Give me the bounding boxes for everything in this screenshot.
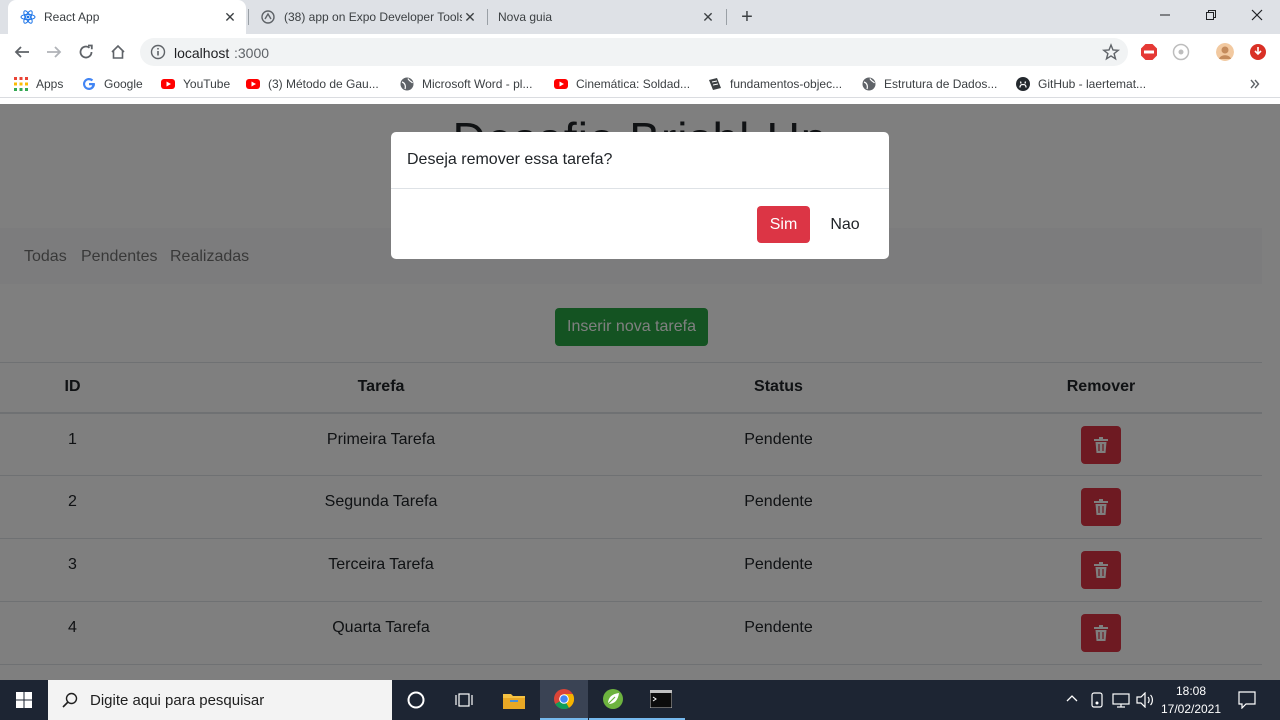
reload-button[interactable] <box>72 38 100 66</box>
bookmark-label: Microsoft Word - pl... <box>422 77 533 91</box>
youtube-icon <box>554 79 568 89</box>
bookmark-microsoft-word[interactable]: Microsoft Word - pl... <box>400 75 532 93</box>
confirm-remove-dialog: Deseja remover essa tarefa? Sim Nao <box>391 132 889 259</box>
tab-divider <box>248 9 249 25</box>
minimize-window-button[interactable] <box>1142 0 1188 30</box>
youtube-icon <box>161 79 175 89</box>
close-icon <box>1251 9 1263 21</box>
cancel-nao-button[interactable]: Nao <box>819 206 871 243</box>
forward-button[interactable] <box>40 38 68 66</box>
bookmark-label: YouTube <box>183 77 231 91</box>
url-port: :3000 <box>234 45 270 61</box>
bookmark-label: fundamentos-objec... <box>730 77 843 91</box>
bookmark-label: Google <box>104 77 143 91</box>
back-button[interactable] <box>8 38 36 66</box>
task-view-button[interactable] <box>440 680 488 720</box>
google-icon <box>83 77 95 90</box>
restore-icon <box>1206 10 1216 20</box>
spring-tool-taskbar-button[interactable] <box>589 680 637 720</box>
profile-avatar-icon[interactable] <box>1216 43 1234 61</box>
bookmark-label: (3) Método de Gau... <box>268 77 379 91</box>
device-icon[interactable] <box>1090 692 1104 708</box>
folder-icon <box>503 694 525 709</box>
notifications-icon[interactable] <box>1238 691 1256 709</box>
bookmarks-bar: Apps Google YouTube (3) Método de Gau...… <box>0 70 1280 98</box>
terminal-taskbar-button[interactable] <box>637 680 685 720</box>
restore-window-button[interactable] <box>1188 0 1234 30</box>
bookmark-estrutura-dados[interactable]: Estrutura de Dados... <box>862 75 997 93</box>
tab-expo-devtools[interactable]: (38) app on Expo Developer Tools ✕ <box>250 0 486 34</box>
bookmark-fundamentos[interactable]: fundamentos-objec... <box>708 75 842 93</box>
info-icon[interactable] <box>150 44 166 60</box>
bookmark-apps[interactable]: Apps <box>14 75 63 93</box>
apps-grid-icon <box>14 77 28 91</box>
adblock-extension-icon[interactable] <box>1140 43 1158 61</box>
url-host: localhost <box>174 45 230 61</box>
bookmark-label: GitHub - laertemat... <box>1038 77 1147 91</box>
cortana-button[interactable] <box>392 680 440 720</box>
bookmark-metodo-gauss[interactable]: (3) Método de Gau... <box>246 75 379 93</box>
bookmark-google[interactable]: Google <box>82 75 143 93</box>
tab-title: React App <box>44 10 100 24</box>
close-tab-icon[interactable]: ✕ <box>700 9 716 25</box>
close-window-button[interactable] <box>1234 0 1280 30</box>
close-tab-icon[interactable]: ✕ <box>222 9 238 25</box>
arrow-right-icon <box>47 46 62 58</box>
dialog-message: Deseja remover essa tarefa? <box>391 132 889 189</box>
reload-icon <box>79 44 93 59</box>
chevron-double-right-icon <box>1250 79 1260 89</box>
bookmark-label: Cinemática: Soldad... <box>576 77 691 91</box>
react-icon <box>20 10 36 24</box>
home-button[interactable] <box>104 38 132 66</box>
confirm-sim-button[interactable]: Sim <box>757 206 810 243</box>
show-hidden-icons-chevron-icon[interactable] <box>1066 693 1078 705</box>
more-bookmarks-button[interactable] <box>1250 75 1260 93</box>
tab-react-app[interactable]: React App ✕ <box>8 0 246 34</box>
bookmark-label: Apps <box>36 77 64 91</box>
search-icon <box>62 692 78 708</box>
bookmark-youtube[interactable]: YouTube <box>161 75 230 93</box>
github-icon <box>1016 77 1030 91</box>
globe-icon <box>862 77 876 91</box>
search-placeholder: Digite aqui para pesquisar <box>90 691 265 709</box>
windows-taskbar: Digite aqui para pesquisar 18:08 17/02/2… <box>0 680 1280 720</box>
browser-tab-strip: React App ✕ (38) app on Expo Developer T… <box>0 0 1280 34</box>
chrome-icon <box>554 689 575 710</box>
taskbar-search[interactable]: Digite aqui para pesquisar <box>48 680 392 720</box>
tab-nova-guia[interactable]: Nova guia ✕ <box>488 0 724 34</box>
windows-logo-icon <box>16 692 32 708</box>
address-bar[interactable]: localhost :3000 <box>140 38 1128 66</box>
tab-title: Nova guia <box>498 10 553 24</box>
chrome-taskbar-button[interactable] <box>540 680 588 720</box>
bookmark-cinematica[interactable]: Cinemática: Soldad... <box>554 75 690 93</box>
home-icon <box>111 44 125 59</box>
bookmark-github[interactable]: GitHub - laertemat... <box>1016 75 1146 93</box>
notification-extension-icon[interactable] <box>1249 43 1267 61</box>
cortana-circle-icon <box>407 691 425 709</box>
globe-icon <box>400 77 414 91</box>
terminal-icon <box>650 690 672 708</box>
start-button[interactable] <box>0 680 48 720</box>
task-view-icon <box>455 693 473 707</box>
arrow-left-icon <box>14 46 29 58</box>
extension-icon[interactable] <box>1172 43 1190 61</box>
spring-leaf-icon <box>603 689 623 709</box>
tab-divider <box>726 9 727 25</box>
new-tab-button[interactable]: + <box>736 6 758 28</box>
taskbar-clock-time[interactable]: 18:08 <box>1160 684 1222 698</box>
bookmark-label: Estrutura de Dados... <box>884 77 998 91</box>
youtube-icon <box>246 79 260 89</box>
volume-icon[interactable] <box>1136 692 1154 708</box>
network-icon[interactable] <box>1112 692 1130 708</box>
tab-title: (38) app on Expo Developer Tools <box>284 10 462 24</box>
close-tab-icon[interactable]: ✕ <box>462 9 478 25</box>
expo-icon <box>261 10 275 24</box>
file-explorer-button[interactable] <box>490 680 538 720</box>
taskbar-clock-date[interactable]: 17/02/2021 <box>1160 702 1222 716</box>
document-icon <box>709 78 721 90</box>
bookmark-star-icon[interactable] <box>1102 43 1120 61</box>
minimize-icon <box>1160 14 1170 16</box>
browser-toolbar: localhost :3000 <box>0 34 1280 96</box>
